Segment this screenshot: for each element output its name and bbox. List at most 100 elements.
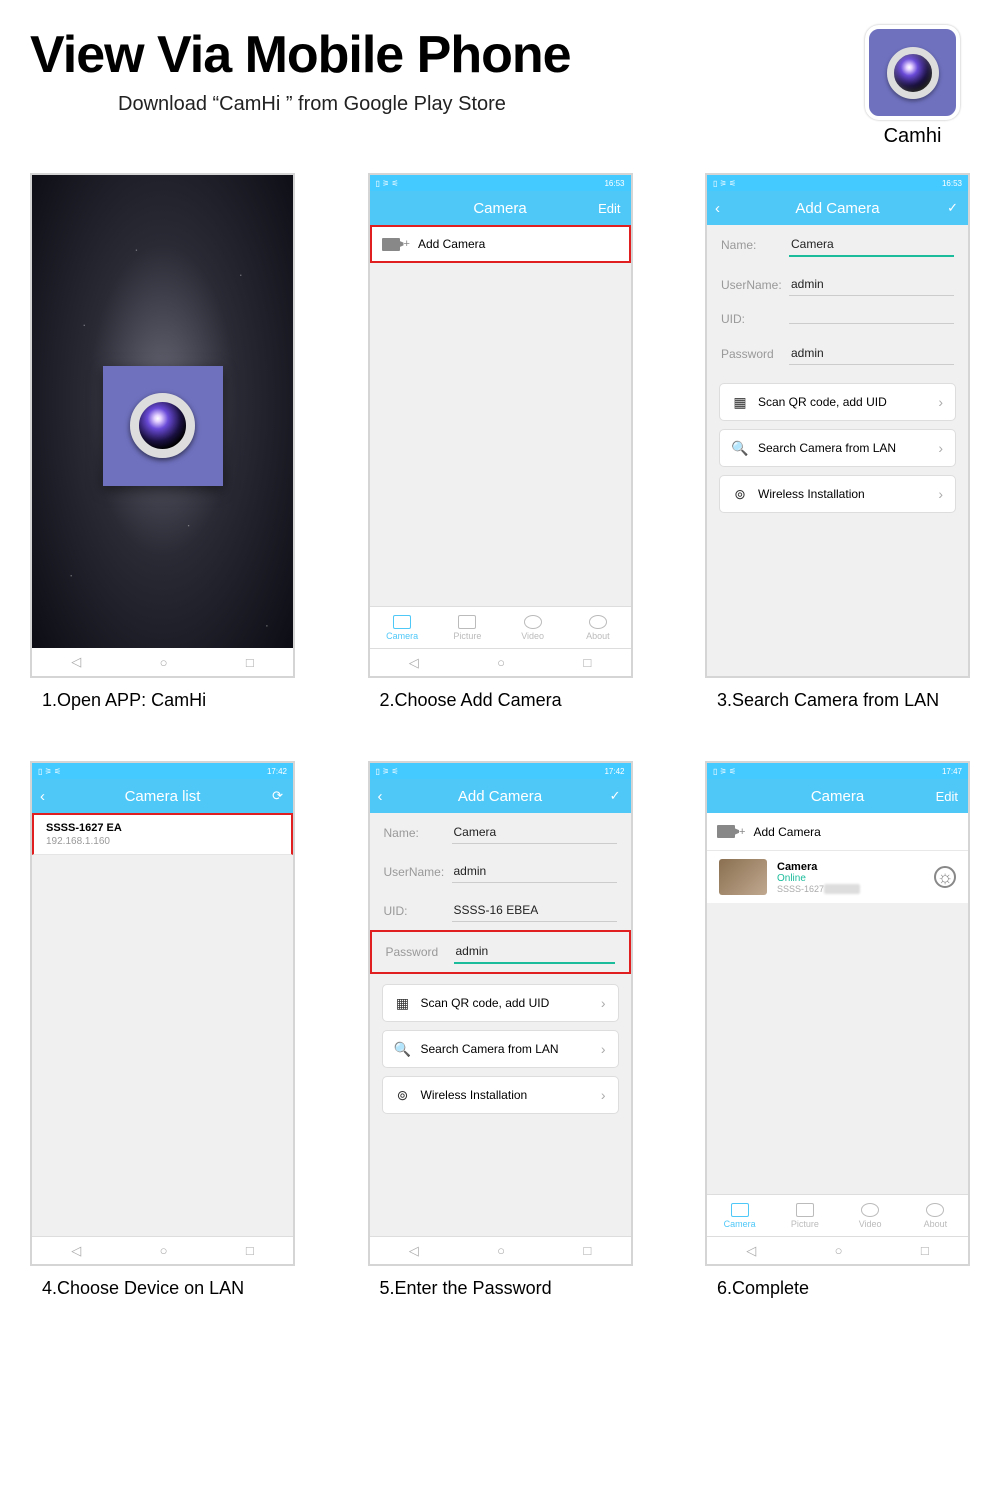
- page-subtitle: Download “CamHi ” from Google Play Store: [118, 93, 865, 116]
- tab-picture[interactable]: Picture: [435, 607, 500, 648]
- nav-recent-icon[interactable]: □: [583, 1243, 591, 1258]
- screen-title: Add Camera: [458, 788, 542, 805]
- camera-entry[interactable]: Camera Online SSSS-1627XXXXX: [707, 851, 968, 903]
- bottom-tabbar: Camera Picture Video About: [370, 606, 631, 648]
- step-caption: 4.Choose Device on LAN: [30, 1278, 295, 1299]
- wifi-icon: ⊚: [732, 486, 748, 502]
- device-ip: 192.168.1.160: [46, 836, 279, 847]
- android-navbar: ◁ ○ □: [32, 1236, 293, 1264]
- uid-field[interactable]: [789, 315, 954, 324]
- name-field[interactable]: Camera: [789, 233, 954, 257]
- page-header: View Via Mobile Phone Download “CamHi ” …: [30, 25, 970, 148]
- edit-button[interactable]: Edit: [936, 789, 958, 804]
- search-icon: 🔍: [395, 1041, 411, 1057]
- uid-field-row: UID:SSSS-16 EBEA: [370, 891, 631, 930]
- tab-about[interactable]: About: [903, 1195, 968, 1236]
- phone-frame: ▯ ⚞ ⚟16:53 Camera Edit + Add Camera Came…: [368, 173, 633, 678]
- status-bar: ▯ ⚞ ⚟16:53: [707, 175, 968, 191]
- uid-field[interactable]: SSSS-16 EBEA: [452, 899, 617, 922]
- nav-home-icon[interactable]: ○: [160, 1243, 168, 1258]
- status-bar: ▯ ⚞ ⚟16:53: [370, 175, 631, 191]
- username-field[interactable]: admin: [452, 860, 617, 883]
- screen-title: Camera: [473, 200, 526, 217]
- step-caption: 1.Open APP: CamHi: [30, 690, 295, 711]
- back-button[interactable]: ‹: [40, 788, 45, 805]
- add-camera-row[interactable]: + Add Camera: [707, 813, 968, 851]
- tab-camera[interactable]: Camera: [707, 1195, 772, 1236]
- android-navbar: ◁ ○ □: [707, 1236, 968, 1264]
- page-title: View Via Mobile Phone: [30, 25, 865, 85]
- tab-about[interactable]: About: [565, 607, 630, 648]
- nav-recent-icon[interactable]: □: [583, 655, 591, 670]
- nav-home-icon[interactable]: ○: [497, 1243, 505, 1258]
- search-lan-button[interactable]: 🔍Search Camera from LAN›: [382, 1030, 619, 1068]
- lens-icon: [887, 47, 939, 99]
- step-6: ▯ ⚞ ⚟17:47 Camera Edit + Add Camera Came…: [705, 761, 970, 1299]
- phone-frame: ◁ ○ □: [30, 173, 295, 678]
- android-navbar: ◁ ○ □: [32, 648, 293, 676]
- screen-title: Camera list: [125, 788, 201, 805]
- step-4: ▯ ⚞ ⚟17:42 ‹ Camera list ⟳ SSSS-1627 EA …: [30, 761, 295, 1299]
- username-field-row: UserName:admin: [707, 265, 968, 304]
- name-field[interactable]: Camera: [452, 821, 617, 844]
- nav-recent-icon[interactable]: □: [246, 655, 254, 670]
- scan-qr-button[interactable]: ▦Scan QR code, add UID›: [382, 984, 619, 1022]
- camera-icon: [382, 238, 400, 251]
- camera-name: Camera: [777, 861, 924, 873]
- wireless-install-button[interactable]: ⊚Wireless Installation›: [719, 475, 956, 513]
- search-lan-button[interactable]: 🔍Search Camera from LAN›: [719, 429, 956, 467]
- add-camera-label: Add Camera: [753, 825, 820, 839]
- nav-home-icon[interactable]: ○: [160, 655, 168, 670]
- screen-title: Add Camera: [795, 200, 879, 217]
- wifi-icon: ⊚: [395, 1087, 411, 1103]
- step-2: ▯ ⚞ ⚟16:53 Camera Edit + Add Camera Came…: [368, 173, 633, 711]
- chevron-right-icon: ›: [938, 440, 943, 456]
- step-caption: 3.Search Camera from LAN: [705, 690, 970, 711]
- confirm-button[interactable]: ✓: [610, 788, 621, 804]
- tab-picture[interactable]: Picture: [772, 1195, 837, 1236]
- password-field[interactable]: admin: [789, 342, 954, 365]
- tab-video[interactable]: Video: [838, 1195, 903, 1236]
- nav-back-icon[interactable]: ◁: [71, 1243, 81, 1259]
- nav-back-icon[interactable]: ◁: [71, 654, 81, 670]
- wireless-install-button[interactable]: ⊚Wireless Installation›: [382, 1076, 619, 1114]
- app-icon-block: Camhi: [865, 25, 960, 148]
- nav-recent-icon[interactable]: □: [921, 1243, 929, 1258]
- nav-home-icon[interactable]: ○: [835, 1243, 843, 1258]
- chevron-right-icon: ›: [601, 1041, 606, 1057]
- add-camera-row[interactable]: + Add Camera: [370, 225, 631, 263]
- nav-back-icon[interactable]: ◁: [746, 1243, 756, 1259]
- chevron-right-icon: ›: [938, 394, 943, 410]
- camera-list-item[interactable]: SSSS-1627 EA 192.168.1.160: [32, 813, 293, 855]
- screen-title: Camera: [811, 788, 864, 805]
- scan-qr-button[interactable]: ▦Scan QR code, add UID›: [719, 383, 956, 421]
- phone-frame: ▯ ⚞ ⚟17:42 ‹ Add Camera ✓ Name:Camera Us…: [368, 761, 633, 1266]
- tab-camera[interactable]: Camera: [370, 607, 435, 648]
- step-caption: 5.Enter the Password: [368, 1278, 633, 1299]
- chevron-right-icon: ›: [938, 486, 943, 502]
- refresh-button[interactable]: ⟳: [272, 788, 283, 804]
- username-field[interactable]: admin: [789, 273, 954, 296]
- camera-status: Online: [777, 873, 924, 884]
- splash-screen: ◁ ○ □: [32, 175, 293, 676]
- back-button[interactable]: ‹: [715, 200, 720, 217]
- edit-button[interactable]: Edit: [598, 201, 620, 216]
- confirm-button[interactable]: ✓: [947, 200, 958, 216]
- password-field[interactable]: admin: [454, 940, 615, 964]
- tab-video[interactable]: Video: [500, 607, 565, 648]
- bottom-tabbar: Camera Picture Video About: [707, 1194, 968, 1236]
- search-icon: 🔍: [732, 440, 748, 456]
- back-button[interactable]: ‹: [378, 788, 383, 805]
- gear-icon[interactable]: [934, 866, 956, 888]
- add-camera-label: Add Camera: [418, 237, 485, 251]
- uid-field-row: UID:: [707, 304, 968, 334]
- nav-back-icon[interactable]: ◁: [409, 1243, 419, 1259]
- phone-frame: ▯ ⚞ ⚟17:42 ‹ Camera list ⟳ SSSS-1627 EA …: [30, 761, 295, 1266]
- chevron-right-icon: ›: [601, 995, 606, 1011]
- screen-titlebar: Camera Edit: [707, 779, 968, 813]
- nav-back-icon[interactable]: ◁: [409, 655, 419, 671]
- nav-home-icon[interactable]: ○: [497, 655, 505, 670]
- password-field-row: Passwordadmin: [370, 930, 631, 974]
- nav-recent-icon[interactable]: □: [246, 1243, 254, 1258]
- splash-app-icon: [103, 366, 223, 486]
